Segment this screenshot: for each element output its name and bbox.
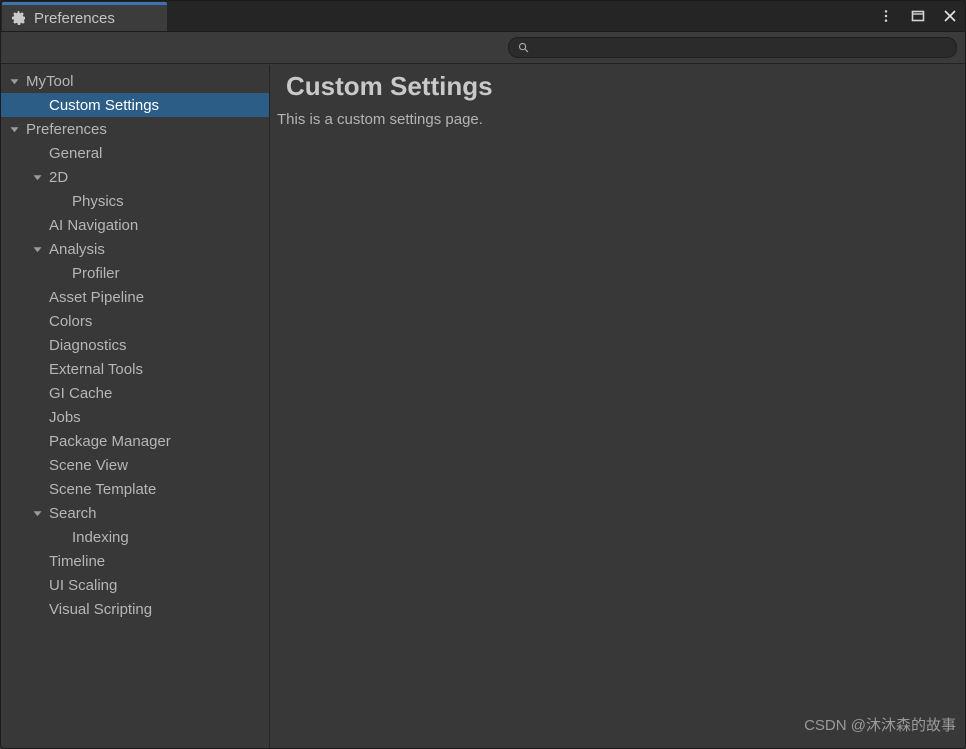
- tree-item-indexing[interactable]: Indexing: [0, 525, 269, 549]
- tree-item-label: Custom Settings: [49, 96, 160, 114]
- settings-tree: MyTool Custom Settings Preferences General 2…: [0, 65, 269, 621]
- chevron-down-icon[interactable]: [32, 501, 43, 525]
- chevron-down-icon[interactable]: [9, 69, 20, 93]
- tab-preferences[interactable]: Preferences: [2, 2, 167, 31]
- tree-item-diagnostics[interactable]: Diagnostics: [0, 333, 269, 357]
- search-input[interactable]: [534, 38, 934, 57]
- tree-item-label: Physics: [72, 192, 124, 210]
- tree-item-search[interactable]: Search: [0, 501, 269, 525]
- tree-item-ui-scaling[interactable]: UI Scaling: [0, 573, 269, 597]
- tree-item-package-manager[interactable]: Package Manager: [0, 429, 269, 453]
- tree-item-2d[interactable]: 2D: [0, 165, 269, 189]
- tree-item-asset-pipeline[interactable]: Asset Pipeline: [0, 285, 269, 309]
- chevron-down-icon[interactable]: [32, 237, 43, 261]
- watermark-text: CSDN @沐沐森的故事: [804, 717, 956, 734]
- tree-item-label: Visual Scripting: [49, 600, 153, 618]
- tree-item-label: General: [49, 144, 103, 162]
- tree-item-physics[interactable]: Physics: [0, 189, 269, 213]
- close-button[interactable]: [934, 0, 966, 32]
- title-bar: Preferences: [0, 0, 966, 32]
- tree-item-label: GI Cache: [49, 384, 113, 402]
- tree-item-analysis[interactable]: Analysis: [0, 237, 269, 261]
- tree-item-preferences[interactable]: Preferences: [0, 117, 269, 141]
- tree-item-label: Search: [49, 504, 97, 522]
- window-controls: [870, 0, 966, 32]
- more-options-icon: [884, 10, 888, 22]
- tree-item-label: Analysis: [49, 240, 105, 258]
- tree-item-label: Scene View: [49, 456, 128, 474]
- settings-content-panel: Custom Settings This is a custom setting…: [271, 65, 966, 749]
- preferences-window: Preferences MyTool Custom Settings Prefe…: [0, 0, 966, 749]
- tree-item-general[interactable]: General: [0, 141, 269, 165]
- tree-item-custom-settings[interactable]: Custom Settings: [0, 93, 269, 117]
- tree-item-label: Jobs: [49, 408, 81, 426]
- settings-sidebar: MyTool Custom Settings Preferences General 2…: [0, 65, 270, 749]
- tree-item-mytool[interactable]: MyTool: [0, 69, 269, 93]
- chevron-down-icon[interactable]: [32, 165, 43, 189]
- search-field[interactable]: [508, 37, 957, 58]
- chevron-down-icon[interactable]: [9, 117, 20, 141]
- tree-item-gi-cache[interactable]: GI Cache: [0, 381, 269, 405]
- tree-item-ai-navigation[interactable]: AI Navigation: [0, 213, 269, 237]
- tree-item-jobs[interactable]: Jobs: [0, 405, 269, 429]
- tree-item-label: External Tools: [49, 360, 143, 378]
- page-title: Custom Settings: [286, 71, 493, 101]
- tree-item-label: Timeline: [49, 552, 106, 570]
- maximize-icon: [911, 10, 925, 22]
- tree-item-label: Scene Template: [49, 480, 157, 498]
- more-options-button[interactable]: [870, 0, 902, 32]
- tree-item-label: Profiler: [72, 264, 120, 282]
- maximize-button[interactable]: [902, 0, 934, 32]
- tree-item-label: Asset Pipeline: [49, 288, 145, 306]
- tree-item-label: 2D: [49, 168, 69, 186]
- page-description: This is a custom settings page.: [277, 111, 483, 128]
- tree-item-profiler[interactable]: Profiler: [0, 261, 269, 285]
- tree-item-timeline[interactable]: Timeline: [0, 549, 269, 573]
- tree-item-label: UI Scaling: [49, 576, 118, 594]
- tree-item-label: MyTool: [26, 72, 74, 90]
- tree-item-visual-scripting[interactable]: Visual Scripting: [0, 597, 269, 621]
- tree-item-label: Colors: [49, 312, 93, 330]
- tree-item-label: Diagnostics: [49, 336, 127, 354]
- close-icon: [944, 10, 956, 22]
- search-icon: [518, 42, 529, 53]
- tree-item-label: Indexing: [72, 528, 129, 546]
- tree-item-external-tools[interactable]: External Tools: [0, 357, 269, 381]
- tree-item-label: Preferences: [26, 120, 107, 138]
- window-body: MyTool Custom Settings Preferences General 2…: [0, 65, 966, 749]
- toolbar: [0, 32, 966, 64]
- tree-item-scene-view[interactable]: Scene View: [0, 453, 269, 477]
- tree-item-colors[interactable]: Colors: [0, 309, 269, 333]
- tree-item-scene-template[interactable]: Scene Template: [0, 477, 269, 501]
- tab-label: Preferences: [34, 9, 115, 27]
- tree-item-label: AI Navigation: [49, 216, 139, 234]
- tree-item-label: Package Manager: [49, 432, 171, 450]
- gear-icon: [12, 11, 25, 25]
